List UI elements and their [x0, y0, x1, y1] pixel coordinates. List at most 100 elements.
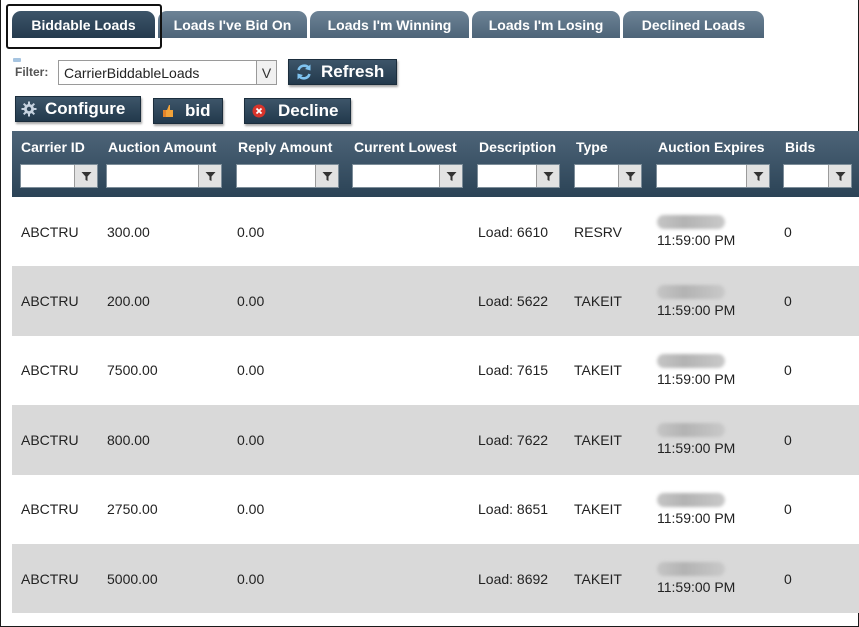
cell-reply-amount: 0.00 [237, 223, 265, 240]
table-row[interactable]: ABCTRU 300.00 0.00 Load: 6610 RESRV 11:5… [12, 197, 859, 267]
table-row[interactable]: ABCTRU 200.00 0.00 Load: 5622 TAKEIT 11:… [12, 266, 859, 336]
configure-label: Configure [45, 99, 126, 118]
cell-carrier-id: ABCTRU [21, 362, 79, 379]
tab-declined-loads[interactable]: Declined Loads [623, 11, 764, 38]
cell-bids: 0 [784, 570, 792, 587]
column-header-description[interactable]: Description [479, 139, 556, 155]
cell-auction-amount: 7500.00 [107, 362, 158, 379]
cell-reply-amount: 0.00 [237, 501, 265, 518]
funnel-icon[interactable] [198, 165, 221, 187]
funnel-icon[interactable] [315, 165, 338, 187]
redacted-date [657, 492, 725, 507]
table-row[interactable]: ABCTRU 2750.00 0.00 Load: 8651 TAKEIT 11… [12, 474, 859, 544]
grid-body: ABCTRU 300.00 0.00 Load: 6610 RESRV 11:5… [12, 197, 859, 614]
cell-reply-amount: 0.00 [237, 570, 265, 587]
filter-select-value: CarrierBiddableLoads [64, 64, 200, 81]
refresh-icon [295, 63, 313, 81]
filter-input-auction-expires[interactable] [656, 164, 770, 188]
cell-description: Load: 8692 [478, 570, 549, 587]
cell-auction-expires: 11:59:00 PM [657, 405, 735, 474]
tab-bar: Biddable Loads Loads I've Bid On Loads I… [1, 0, 859, 49]
filter-input-description[interactable] [477, 164, 560, 188]
collapse-handle[interactable] [13, 58, 21, 62]
funnel-icon[interactable] [74, 165, 97, 187]
filter-input-reply-amount[interactable] [236, 164, 339, 188]
column-header-type[interactable]: Type [576, 139, 608, 155]
configure-button[interactable]: Configure [15, 96, 141, 122]
cell-carrier-id: ABCTRU [21, 293, 79, 310]
tab-biddable-loads[interactable]: Biddable Loads [12, 11, 155, 38]
decline-icon [252, 104, 266, 118]
tab-loads-winning[interactable]: Loads I'm Winning [310, 11, 469, 38]
cell-reply-amount: 0.00 [237, 431, 265, 448]
cell-carrier-id: ABCTRU [21, 223, 79, 240]
redacted-date [657, 215, 725, 230]
cell-auction-expires: 11:59:00 PM [657, 266, 735, 335]
cell-reply-amount: 0.00 [237, 293, 265, 310]
decline-button[interactable]: Decline [244, 98, 351, 124]
cell-type: TAKEIT [574, 293, 622, 310]
refresh-label: Refresh [321, 62, 385, 81]
tab-loads-bid-on[interactable]: Loads I've Bid On [158, 11, 307, 38]
cell-auction-expires: 11:59:00 PM [657, 475, 735, 544]
filter-input-carrier-id[interactable] [20, 164, 98, 188]
cell-type: TAKEIT [574, 570, 622, 587]
funnel-icon[interactable] [536, 165, 559, 187]
refresh-button[interactable]: Refresh [288, 59, 397, 85]
bid-label: bid [185, 101, 211, 120]
cell-description: Load: 7615 [478, 362, 549, 379]
cell-auction-amount: 200.00 [107, 293, 150, 310]
column-header-auction-amount[interactable]: Auction Amount [108, 139, 216, 155]
redacted-date [657, 353, 725, 368]
cell-type: TAKEIT [574, 431, 622, 448]
column-header-current-lowest[interactable]: Current Lowest [354, 139, 457, 155]
cell-auction-amount: 800.00 [107, 431, 150, 448]
dropdown-arrow-icon[interactable]: V [256, 61, 276, 84]
cell-auction-amount: 300.00 [107, 223, 150, 240]
expires-time: 11:59:00 PM [657, 301, 736, 318]
cell-auction-amount: 5000.00 [107, 570, 158, 587]
filter-input-bids[interactable] [783, 164, 852, 188]
filter-input-type[interactable] [574, 164, 642, 188]
column-header-carrier-id[interactable]: Carrier ID [21, 139, 85, 155]
funnel-icon[interactable] [828, 165, 851, 187]
cell-bids: 0 [784, 501, 792, 518]
cell-auction-expires: 11:59:00 PM [657, 544, 735, 613]
bid-icon [161, 104, 175, 118]
expires-time: 11:59:00 PM [657, 509, 736, 526]
cell-bids: 0 [784, 293, 792, 310]
cell-type: TAKEIT [574, 362, 622, 379]
cell-reply-amount: 0.00 [237, 362, 265, 379]
column-header-reply-amount[interactable]: Reply Amount [238, 139, 332, 155]
cell-description: Load: 5622 [478, 293, 549, 310]
cell-auction-expires: 11:59:00 PM [657, 197, 735, 266]
filter-input-auction-amount[interactable] [106, 164, 222, 188]
filter-input-current-lowest[interactable] [352, 164, 463, 188]
cell-carrier-id: ABCTRU [21, 431, 79, 448]
table-row[interactable]: ABCTRU 5000.00 0.00 Load: 8692 TAKEIT 11… [12, 543, 859, 614]
loads-grid: Carrier ID Auction Amount Reply Amount C… [12, 131, 859, 614]
cell-auction-expires: 11:59:00 PM [657, 336, 735, 405]
cell-bids: 0 [784, 431, 792, 448]
redacted-date [657, 423, 725, 438]
decline-label: Decline [278, 101, 339, 120]
column-header-bids[interactable]: Bids [785, 139, 815, 155]
tab-loads-losing[interactable]: Loads I'm Losing [472, 11, 620, 38]
cell-description: Load: 7622 [478, 431, 549, 448]
funnel-icon[interactable] [618, 165, 641, 187]
cell-carrier-id: ABCTRU [21, 570, 79, 587]
funnel-icon[interactable] [746, 165, 769, 187]
funnel-icon[interactable] [439, 165, 462, 187]
table-row[interactable]: ABCTRU 7500.00 0.00 Load: 7615 TAKEIT 11… [12, 335, 859, 406]
filter-select[interactable]: CarrierBiddableLoads V [58, 60, 277, 85]
column-header-auction-expires[interactable]: Auction Expires [658, 139, 765, 155]
grid-header: Carrier ID Auction Amount Reply Amount C… [12, 131, 859, 197]
expires-time: 11:59:00 PM [657, 370, 736, 387]
cell-bids: 0 [784, 223, 792, 240]
cell-type: TAKEIT [574, 501, 622, 518]
bid-button[interactable]: bid [153, 98, 223, 124]
filter-label: Filter: [15, 65, 49, 79]
table-row[interactable]: ABCTRU 800.00 0.00 Load: 7622 TAKEIT 11:… [12, 405, 859, 475]
cell-description: Load: 6610 [478, 223, 549, 240]
cell-carrier-id: ABCTRU [21, 501, 79, 518]
